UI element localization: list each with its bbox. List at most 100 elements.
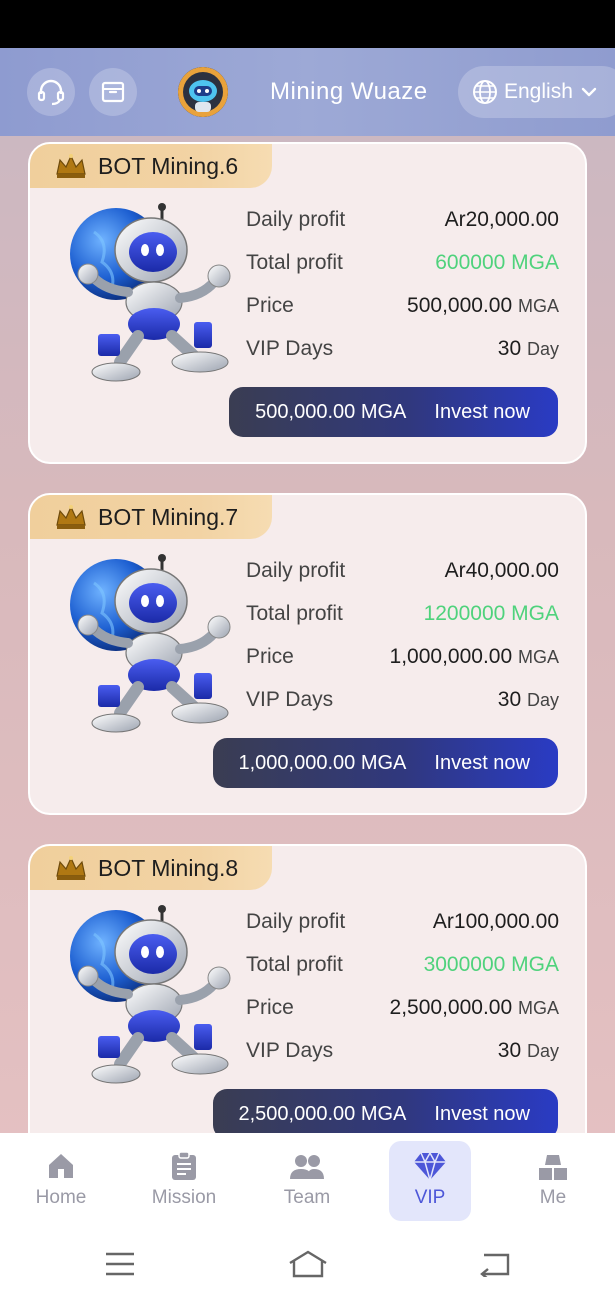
crown-icon bbox=[54, 503, 88, 531]
invest-label: Invest now bbox=[434, 1102, 530, 1125]
total-profit-value: 3000000 MGA bbox=[423, 953, 559, 976]
home-nav-icon[interactable] bbox=[287, 1249, 329, 1279]
tab-team[interactable]: Team bbox=[266, 1141, 348, 1221]
plan-tag: BOT Mining.8 bbox=[30, 846, 272, 890]
vip-days-unit: Day bbox=[526, 690, 559, 710]
tab-me-label: Me bbox=[539, 1187, 567, 1208]
invest-amount: 500,000.00 MGA bbox=[255, 400, 407, 423]
vip-days-count: 30 bbox=[497, 1039, 522, 1062]
inbox-button[interactable] bbox=[89, 68, 137, 116]
daily-profit-row: Daily profit Ar20,000.00 bbox=[246, 208, 559, 251]
invest-amount: 2,500,000.00 MGA bbox=[238, 1102, 407, 1125]
price-label: Price bbox=[246, 645, 294, 668]
vip-days-count: 30 bbox=[497, 337, 522, 360]
price-amount: 1,000,000.00 bbox=[389, 645, 513, 668]
total-profit-value: 600000 MGA bbox=[435, 251, 559, 274]
robot-image bbox=[54, 202, 234, 384]
plan-card: BOT Mining.6 Daily profit Ar20,000.00 To… bbox=[28, 142, 587, 464]
boxes-icon bbox=[539, 1155, 567, 1180]
vip-days-unit: Day bbox=[526, 339, 559, 359]
clipboard-icon bbox=[172, 1151, 196, 1180]
language-label: English bbox=[504, 80, 573, 103]
vip-days-unit: Day bbox=[526, 1041, 559, 1061]
app-title: Mining Wuaze bbox=[270, 78, 428, 105]
support-button[interactable] bbox=[27, 68, 75, 116]
headset-icon bbox=[37, 79, 65, 106]
chevron-down-icon bbox=[581, 87, 597, 97]
invest-label: Invest now bbox=[434, 400, 530, 423]
bottom-tab-bar: Home Mission Team VIP Me bbox=[0, 1133, 615, 1233]
tab-home-label: Home bbox=[35, 1187, 87, 1208]
invest-amount: 1,000,000.00 MGA bbox=[238, 751, 407, 774]
invest-button[interactable]: 500,000.00 MGA Invest now bbox=[229, 387, 558, 437]
robot-image bbox=[54, 553, 234, 735]
vip-days-row: VIP Days 30 Day bbox=[246, 688, 559, 731]
total-profit-row: Total profit 1200000 MGA bbox=[246, 602, 559, 645]
tab-vip[interactable]: VIP bbox=[389, 1141, 471, 1221]
total-profit-row: Total profit 3000000 MGA bbox=[246, 953, 559, 996]
price-amount: 500,000.00 bbox=[407, 294, 513, 317]
vip-days-value: 30 Day bbox=[498, 688, 559, 712]
plan-name: BOT Mining.8 bbox=[98, 854, 239, 881]
vip-days-label: VIP Days bbox=[246, 1039, 334, 1062]
daily-profit-label: Daily profit bbox=[246, 208, 346, 231]
system-nav-bar bbox=[0, 1233, 615, 1299]
plan-tag: BOT Mining.7 bbox=[30, 495, 272, 539]
daily-profit-value: Ar100,000.00 bbox=[432, 910, 559, 933]
team-icon bbox=[290, 1155, 324, 1179]
total-profit-value: 1200000 MGA bbox=[423, 602, 559, 625]
vip-days-row: VIP Days 30 Day bbox=[246, 1039, 559, 1082]
total-profit-row: Total profit 600000 MGA bbox=[246, 251, 559, 294]
plan-card: BOT Mining.8 Daily profit Ar100,000.00 T… bbox=[28, 844, 587, 1166]
plan-name: BOT Mining.6 bbox=[98, 152, 239, 179]
daily-profit-row: Daily profit Ar100,000.00 bbox=[246, 910, 559, 953]
invest-label: Invest now bbox=[434, 751, 530, 774]
invest-button[interactable]: 2,500,000.00 MGA Invest now bbox=[212, 1089, 558, 1139]
vip-days-label: VIP Days bbox=[246, 688, 334, 711]
plan-card: BOT Mining.7 Daily profit Ar40,000.00 To… bbox=[28, 493, 587, 815]
total-profit-label: Total profit bbox=[246, 251, 343, 274]
diamond-icon bbox=[414, 1151, 446, 1181]
robot-avatar[interactable] bbox=[178, 67, 228, 117]
price-label: Price bbox=[246, 996, 294, 1019]
vip-days-row: VIP Days 30 Day bbox=[246, 337, 559, 380]
price-row: Price 500,000.00 MGA bbox=[246, 294, 559, 337]
tab-home[interactable]: Home bbox=[20, 1141, 102, 1221]
price-label: Price bbox=[246, 294, 294, 317]
home-icon bbox=[49, 1154, 73, 1178]
price-unit: MGA bbox=[517, 998, 559, 1018]
daily-profit-row: Daily profit Ar40,000.00 bbox=[246, 559, 559, 602]
tab-mission-label: Mission bbox=[151, 1187, 217, 1208]
robot-image bbox=[54, 904, 234, 1086]
price-amount: 2,500,000.00 bbox=[389, 996, 513, 1019]
crown-icon bbox=[54, 152, 88, 180]
globe-icon bbox=[473, 80, 497, 104]
status-bar bbox=[0, 0, 615, 48]
price-unit: MGA bbox=[517, 296, 559, 316]
daily-profit-label: Daily profit bbox=[246, 559, 346, 582]
app-header: Mining Wuaze English bbox=[0, 48, 615, 136]
vip-days-value: 30 Day bbox=[498, 1039, 559, 1063]
tab-mission[interactable]: Mission bbox=[143, 1141, 225, 1221]
total-profit-label: Total profit bbox=[246, 953, 343, 976]
total-profit-label: Total profit bbox=[246, 602, 343, 625]
tab-me[interactable]: Me bbox=[512, 1141, 594, 1221]
inbox-icon bbox=[101, 81, 125, 103]
invest-button[interactable]: 1,000,000.00 MGA Invest now bbox=[212, 738, 558, 788]
language-selector[interactable]: English bbox=[458, 66, 615, 118]
plan-tag: BOT Mining.6 bbox=[30, 144, 272, 188]
price-row: Price 2,500,000.00 MGA bbox=[246, 996, 559, 1039]
vip-days-label: VIP Days bbox=[246, 337, 334, 360]
tab-vip-label: VIP bbox=[414, 1187, 446, 1208]
vip-days-count: 30 bbox=[497, 688, 522, 711]
price-value: 500,000.00 MGA bbox=[407, 294, 559, 318]
vip-days-value: 30 Day bbox=[498, 337, 559, 361]
price-row: Price 1,000,000.00 MGA bbox=[246, 645, 559, 688]
menu-icon[interactable] bbox=[104, 1251, 136, 1277]
back-icon[interactable] bbox=[478, 1251, 512, 1277]
daily-profit-value: Ar40,000.00 bbox=[444, 559, 559, 582]
daily-profit-label: Daily profit bbox=[246, 910, 346, 933]
price-value: 2,500,000.00 MGA bbox=[390, 996, 559, 1020]
tab-team-label: Team bbox=[283, 1187, 331, 1208]
crown-icon bbox=[54, 854, 88, 882]
